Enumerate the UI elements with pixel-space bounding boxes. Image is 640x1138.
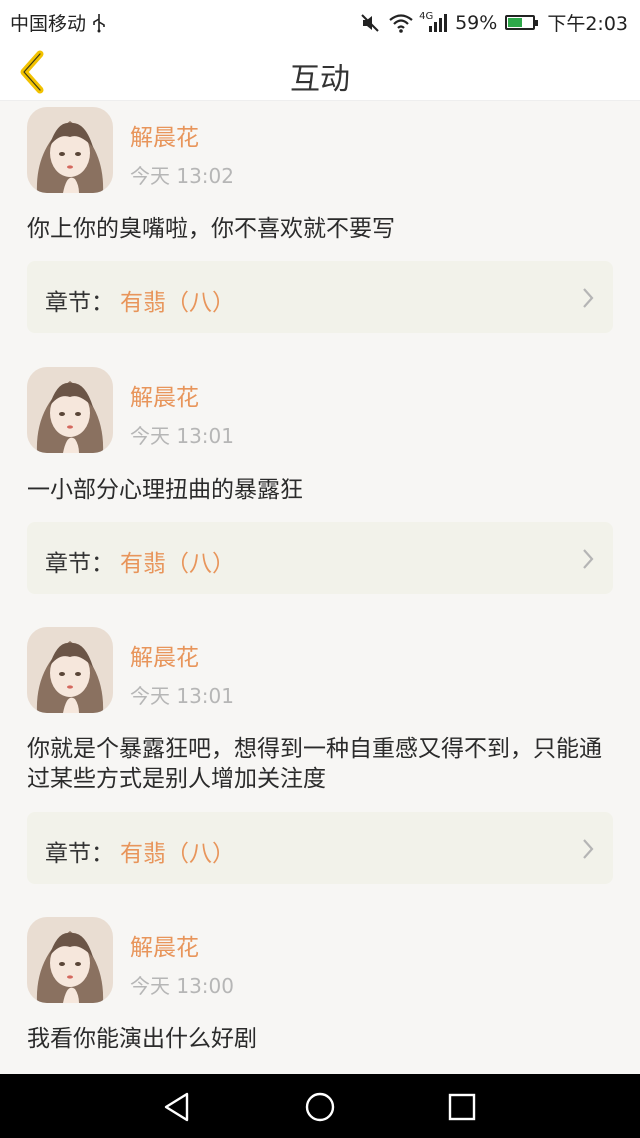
timestamp: 今天 13:00 [130, 974, 234, 998]
avatar[interactable] [27, 107, 113, 193]
username[interactable]: 解晨花 [130, 928, 199, 962]
chevron-right-icon [581, 287, 595, 313]
status-bar: 中国移动 4G 59% 下午2:03 [0, 0, 640, 42]
carrier-label: 中国移动 [10, 13, 87, 35]
top-app-bar: 互动 [0, 42, 640, 101]
timestamp: 今天 13:01 [130, 684, 234, 708]
username[interactable]: 解晨花 [130, 638, 199, 672]
chevron-right-icon [581, 838, 595, 864]
chevron-right-icon [581, 548, 595, 574]
battery-percent: 59% [455, 11, 498, 34]
usb-icon [92, 13, 106, 33]
nav-back-icon[interactable] [160, 1090, 194, 1124]
chapter-label: 章节： [45, 551, 114, 577]
signal-icon: 4G [419, 10, 448, 33]
username[interactable]: 解晨花 [130, 378, 199, 412]
chapter-name: 有翡（八） [120, 290, 235, 316]
avatar[interactable] [27, 627, 113, 713]
battery-icon [505, 15, 539, 30]
timestamp: 今天 13:01 [130, 424, 234, 448]
comment-list[interactable]: 解晨花 今天 13:02 你上你的臭嘴啦，你不喜欢就不要写 章节： 有翡（八） [0, 100, 640, 1074]
network-label: 4G [419, 10, 434, 22]
comment-text: 你就是个暴露狂吧，想得到一种自重感又得不到，只能通过某些方式是别人增加关注度 [27, 736, 602, 792]
chapter-link[interactable]: 章节： 有翡（八） [27, 812, 613, 884]
comment-text: 一小部分心理扭曲的暴露狂 [27, 477, 303, 503]
timestamp: 今天 13:02 [130, 164, 234, 188]
wifi-icon [389, 13, 413, 33]
nav-recents-icon[interactable] [445, 1090, 479, 1124]
comment-text: 我看你能演出什么好剧 [27, 1026, 257, 1052]
chapter-name: 有翡（八） [120, 841, 235, 867]
chapter-label: 章节： [45, 290, 114, 316]
chapter-label: 章节： [45, 841, 114, 867]
avatar[interactable] [27, 917, 113, 1003]
system-nav-bar [0, 1074, 640, 1138]
nav-home-icon[interactable] [303, 1090, 337, 1124]
mute-icon [359, 12, 381, 34]
chapter-name: 有翡（八） [120, 551, 235, 577]
page-title: 互动 [290, 62, 350, 97]
comment-text: 你上你的臭嘴啦，你不喜欢就不要写 [27, 216, 395, 242]
chapter-link[interactable]: 章节： 有翡（八） [27, 261, 613, 333]
avatar[interactable] [27, 367, 113, 453]
chapter-link[interactable]: 章节： 有翡（八） [27, 522, 613, 594]
username[interactable]: 解晨花 [130, 118, 199, 152]
clock: 下午2:03 [547, 13, 628, 35]
